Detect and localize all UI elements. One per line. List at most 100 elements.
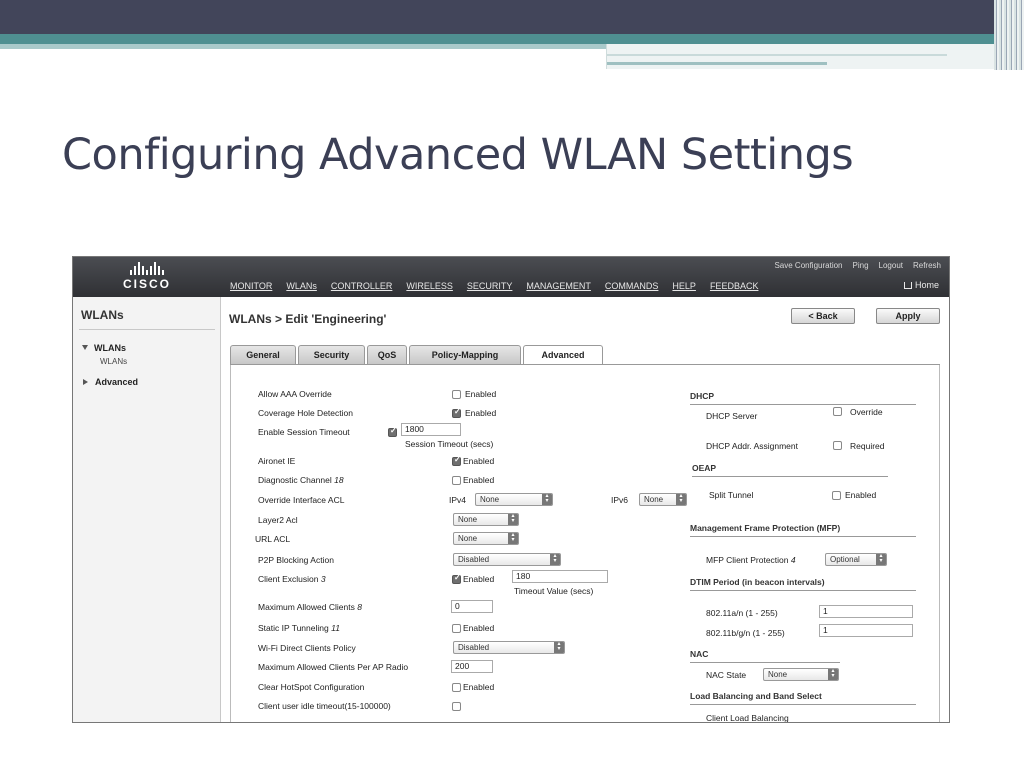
- nav-feedback[interactable]: FEEDBACK: [710, 281, 759, 291]
- dtim-b-input[interactable]: 1: [819, 624, 913, 637]
- url-acl-select[interactable]: None ▴ ▾: [453, 532, 519, 545]
- nav-help[interactable]: HELP: [672, 281, 696, 291]
- client-exclusion-checkbox[interactable]: [452, 573, 461, 584]
- slide-corner-tab: [606, 44, 1024, 69]
- client-exclusion-label: Client Exclusion 3: [258, 574, 326, 584]
- split-tunnel-checkbox[interactable]: [832, 491, 841, 500]
- client-load-balancing-label: Client Load Balancing: [706, 713, 789, 723]
- main-nav: MONITOR WLANs CONTROLLER WIRELESS SECURI…: [230, 281, 758, 291]
- logout-link[interactable]: Logout: [879, 261, 903, 270]
- coverage-hole-check-label: Enabled: [465, 408, 497, 418]
- split-tunnel-label: Split Tunnel: [709, 490, 754, 500]
- slide-title: Configuring Advanced WLAN Settings: [62, 130, 854, 180]
- tab-qos[interactable]: QoS: [367, 345, 407, 365]
- tab-advanced[interactable]: Advanced: [523, 345, 603, 366]
- static-ip-checkbox[interactable]: [452, 624, 461, 633]
- nav-security[interactable]: SECURITY: [467, 281, 513, 291]
- slide-teal-band: [0, 34, 1024, 44]
- wifi-direct-label: Wi-Fi Direct Clients Policy: [258, 643, 356, 653]
- tab-policy-mapping[interactable]: Policy-Mapping: [409, 345, 521, 365]
- hotspot-checkbox[interactable]: [452, 683, 461, 692]
- sidebar-item-wlans[interactable]: WLANs: [82, 343, 126, 353]
- coverage-hole-label: Coverage Hole Detection: [258, 408, 353, 418]
- max-per-ap-input[interactable]: 200: [451, 660, 493, 673]
- diagnostic-channel-checkbox[interactable]: [452, 476, 461, 485]
- select-arrows-icon: ▴ ▾: [508, 532, 518, 544]
- tab-security[interactable]: Security: [298, 345, 365, 365]
- ipv4-label: IPv4: [449, 495, 467, 505]
- dhcp-server-label: DHCP Server: [706, 411, 758, 421]
- dtim-divider: [690, 590, 916, 591]
- nav-commands[interactable]: COMMANDS: [605, 281, 659, 291]
- max-clients-label: Maximum Allowed Clients 8: [258, 602, 362, 612]
- session-timeout-caption: Session Timeout (secs): [405, 439, 494, 449]
- coverage-hole-checkbox[interactable]: [452, 407, 461, 418]
- dhcp-required-checkbox[interactable]: [833, 441, 842, 450]
- allow-aaa-checkbox[interactable]: [452, 390, 461, 399]
- client-exclusion-check-label: Enabled: [463, 574, 495, 584]
- expanded-arrow-icon: [82, 345, 88, 350]
- breadcrumb: WLANs > Edit 'Engineering': [229, 312, 387, 326]
- nav-controller[interactable]: CONTROLLER: [331, 281, 393, 291]
- static-ip-label: Static IP Tunneling 11: [258, 623, 340, 633]
- hotspot-check-label: Enabled: [463, 682, 495, 692]
- slide-corner-stripes: [994, 0, 1024, 70]
- ipv6-label: IPv6: [611, 495, 629, 505]
- dhcp-override-checkbox[interactable]: [833, 407, 842, 416]
- sidebar-item-label: Advanced: [95, 377, 139, 387]
- layer2-acl-label: Layer2 Acl: [258, 515, 298, 525]
- dtim-a-label: 802.11a/n (1 - 255): [706, 608, 778, 618]
- header-top-links: Save Configuration Ping Logout Refresh: [774, 261, 941, 270]
- nav-monitor[interactable]: MONITOR: [230, 281, 272, 291]
- mfp-client-label: MFP Client Protection 4: [706, 555, 796, 565]
- sidebar-item-advanced[interactable]: Advanced: [83, 377, 138, 387]
- max-clients-input[interactable]: 0: [451, 600, 493, 613]
- dhcp-heading: DHCP: [690, 391, 715, 401]
- home-label: Home: [914, 280, 939, 290]
- apply-button[interactable]: Apply: [876, 308, 940, 324]
- allow-aaa-label: Allow AAA Override: [258, 389, 332, 399]
- diagnostic-channel-check-label: Enabled: [463, 475, 495, 485]
- session-timeout-input[interactable]: 1800: [401, 423, 461, 436]
- load-balancing-heading: Load Balancing and Band Select: [690, 691, 822, 701]
- save-configuration-link[interactable]: Save Configuration: [774, 261, 842, 270]
- mfp-heading: Management Frame Protection (MFP): [690, 523, 841, 533]
- advanced-panel: Allow AAA Override Enabled Coverage Hole…: [230, 365, 940, 723]
- session-timeout-checkbox[interactable]: [388, 426, 397, 437]
- layer2-acl-select[interactable]: None ▴ ▾: [453, 513, 519, 526]
- load-balancing-divider: [690, 704, 916, 705]
- back-button[interactable]: < Back: [791, 308, 855, 324]
- mfp-client-select[interactable]: Optional ▴ ▾: [825, 553, 887, 566]
- select-arrows-icon: ▴ ▾: [554, 641, 564, 653]
- dtim-b-label: 802.11b/g/n (1 - 255): [706, 628, 785, 638]
- dtim-heading: DTIM Period (in beacon intervals): [690, 577, 825, 587]
- sidebar-subitem-wlans[interactable]: WLANs: [100, 357, 127, 366]
- select-arrows-icon: ▴ ▾: [676, 493, 686, 505]
- aironet-ie-checkbox[interactable]: [452, 455, 461, 466]
- p2p-blocking-select[interactable]: Disabled ▴ ▾: [453, 553, 561, 566]
- idle-timeout-checkbox[interactable]: [452, 702, 461, 711]
- mfp-divider: [690, 536, 916, 537]
- aironet-ie-check-label: Enabled: [463, 456, 495, 466]
- nav-wlans[interactable]: WLANs: [286, 281, 317, 291]
- session-timeout-label: Enable Session Timeout: [258, 427, 350, 437]
- url-acl-label: URL ACL: [255, 534, 291, 544]
- ipv4-acl-select[interactable]: None ▴ ▾: [475, 493, 553, 506]
- tab-general[interactable]: General: [230, 345, 296, 365]
- refresh-link[interactable]: Refresh: [913, 261, 941, 270]
- sidebar-item-label: WLANs: [94, 343, 126, 353]
- exclusion-timeout-input[interactable]: 180: [512, 570, 608, 583]
- idle-timeout-label: Client user idle timeout(15-100000): [258, 701, 391, 711]
- wlc-screenshot: CISCO Save Configuration Ping Logout Ref…: [72, 256, 950, 723]
- wifi-direct-select[interactable]: Disabled ▴ ▾: [453, 641, 565, 654]
- max-per-ap-label: Maximum Allowed Clients Per AP Radio: [258, 662, 409, 672]
- nac-state-select[interactable]: None ▴ ▾: [763, 668, 839, 681]
- home-link[interactable]: Home: [903, 280, 939, 290]
- ping-link[interactable]: Ping: [853, 261, 869, 270]
- p2p-blocking-label: P2P Blocking Action: [258, 555, 334, 565]
- nav-management[interactable]: MANAGEMENT: [526, 281, 591, 291]
- nav-wireless[interactable]: WIRELESS: [406, 281, 453, 291]
- ipv6-acl-select[interactable]: None ▴ ▾: [639, 493, 687, 506]
- home-icon: [903, 282, 912, 289]
- dtim-a-input[interactable]: 1: [819, 605, 913, 618]
